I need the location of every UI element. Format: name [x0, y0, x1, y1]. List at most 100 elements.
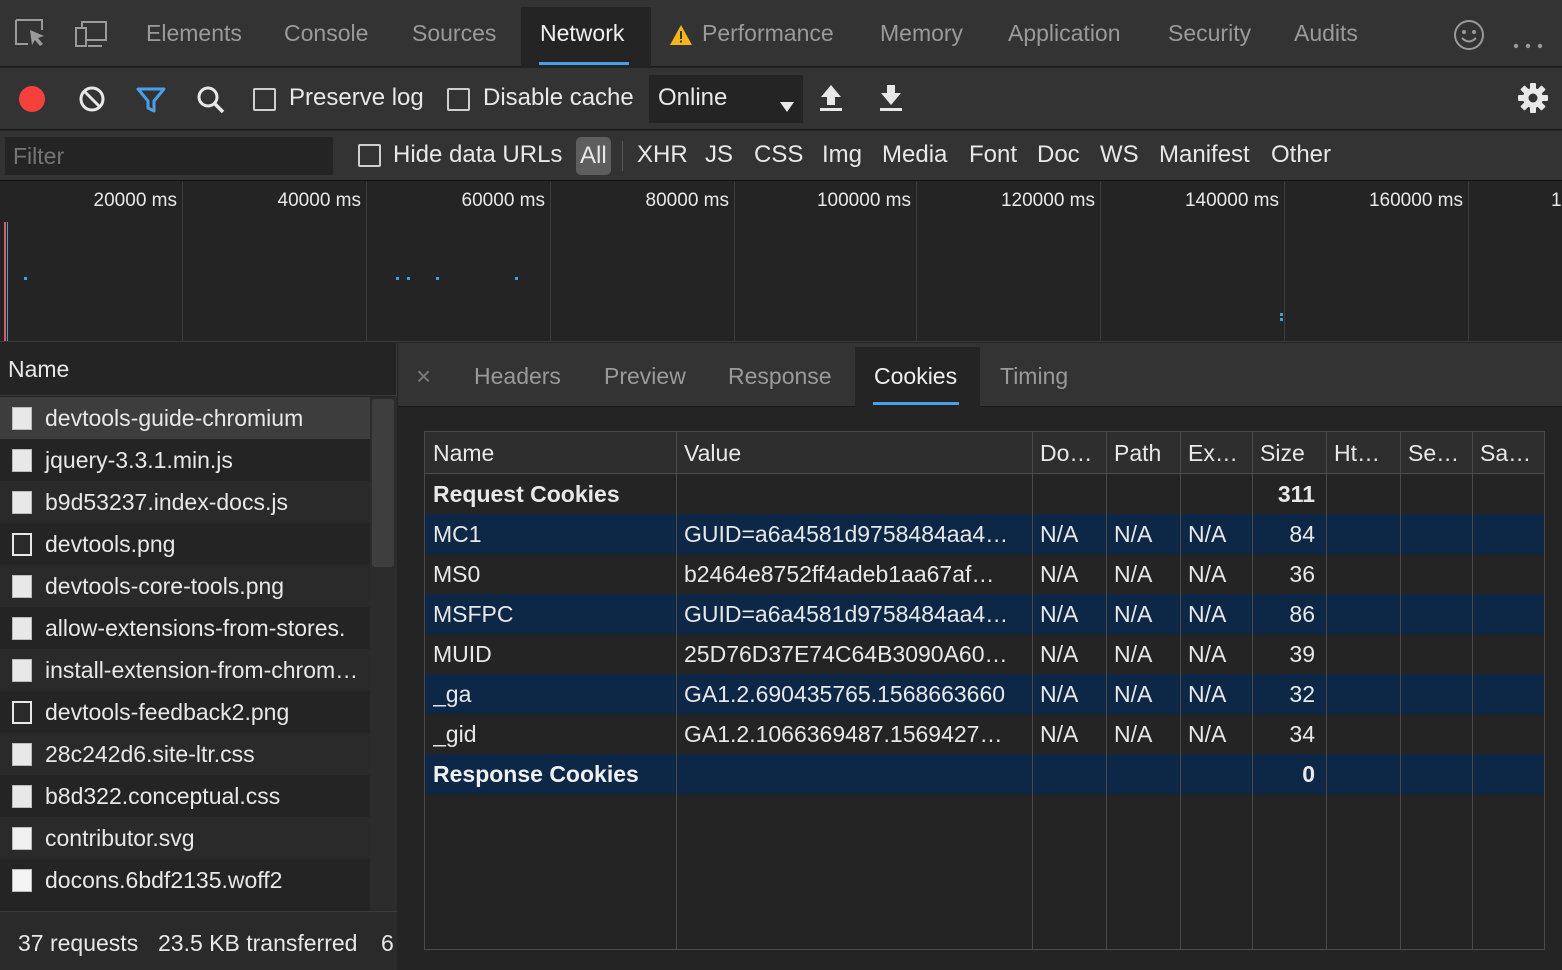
cookie-size: 32	[1289, 681, 1315, 707]
request-row[interactable]: devtools.png	[0, 523, 370, 565]
filter-type-doc[interactable]: Doc	[1037, 141, 1080, 169]
column-divider[interactable]	[1326, 432, 1327, 949]
col-header-httponly[interactable]: Ht…	[1334, 432, 1400, 472]
request-row[interactable]: 28c242d6.site-ltr.css	[0, 733, 370, 775]
request-row[interactable]: jquery-3.3.1.min.js	[0, 439, 370, 481]
hide-data-urls-checkbox[interactable]	[358, 144, 381, 167]
search-icon[interactable]	[196, 85, 226, 121]
col-header-size[interactable]: Size	[1260, 432, 1326, 472]
cookie-row[interactable]: MUID 25D76D37E74C64B3090A60… N/A N/A N/A…	[425, 634, 1544, 674]
import-har-icon[interactable]	[818, 83, 844, 119]
tab-application[interactable]: Application	[1008, 20, 1121, 47]
cookie-expires: N/A	[1188, 681, 1227, 707]
tab-elements[interactable]: Elements	[146, 20, 242, 47]
scrollbar-thumb[interactable]	[372, 399, 394, 567]
tab-memory[interactable]: Memory	[880, 20, 963, 47]
request-dot	[1280, 313, 1283, 316]
request-row[interactable]: devtools-guide-chromium	[0, 397, 370, 439]
cookie-path: N/A	[1114, 561, 1153, 587]
column-divider[interactable]	[1472, 432, 1473, 949]
cookie-expires: N/A	[1188, 561, 1227, 587]
filter-type-css[interactable]: CSS	[754, 141, 803, 169]
cookie-value: GUID=a6a4581d9758484aa4…	[684, 521, 1009, 547]
feedback-smiley-icon[interactable]	[1452, 18, 1486, 58]
request-row[interactable]: install-extension-from-chrom…	[0, 649, 370, 691]
col-header-secure[interactable]: Se…	[1408, 432, 1472, 472]
column-divider[interactable]	[1400, 432, 1401, 949]
cookie-path: N/A	[1114, 521, 1153, 547]
request-name: devtools-feedback2.png	[45, 699, 290, 725]
tab-network[interactable]: Network	[540, 20, 624, 47]
export-har-icon[interactable]	[878, 83, 904, 119]
column-divider[interactable]	[1180, 432, 1181, 949]
throttling-value: Online	[658, 84, 728, 111]
request-dot	[515, 277, 518, 280]
tab-audits[interactable]: Audits	[1294, 20, 1358, 47]
request-row[interactable]: devtools-core-tools.png	[0, 565, 370, 607]
col-header-path[interactable]: Path	[1114, 432, 1180, 472]
cookie-row[interactable]: _gid GA1.2.1066369487.1569427… N/A N/A N…	[425, 714, 1544, 754]
request-row[interactable]: docons.6bdf2135.woff2	[0, 859, 370, 901]
preserve-log-checkbox[interactable]	[253, 88, 276, 111]
cookie-size: 84	[1289, 521, 1315, 547]
request-list: devtools-guide-chromium jquery-3.3.1.min…	[0, 397, 370, 911]
filter-type-js[interactable]: JS	[705, 141, 733, 169]
cookie-name: _gid	[433, 721, 477, 747]
cookie-row[interactable]: MSFPC GUID=a6a4581d9758484aa4… N/A N/A N…	[425, 594, 1544, 634]
settings-gear-icon[interactable]	[1517, 82, 1549, 120]
filter-type-media[interactable]: Media	[882, 141, 947, 169]
column-divider[interactable]	[1106, 432, 1107, 949]
cookie-size: 36	[1289, 561, 1315, 587]
filter-input[interactable]	[5, 137, 333, 175]
disable-cache-checkbox[interactable]	[447, 88, 470, 111]
col-header-expires[interactable]: Ex…	[1188, 432, 1254, 472]
request-row[interactable]: b9d53237.index-docs.js	[0, 481, 370, 523]
overview-tick-label: 140000 ms	[1184, 190, 1279, 211]
device-toolbar-icon[interactable]	[74, 18, 108, 56]
filter-type-all[interactable]: All	[576, 137, 611, 175]
request-row[interactable]: b8d322.conceptual.css	[0, 775, 370, 817]
tab-security[interactable]: Security	[1168, 20, 1251, 47]
more-options-icon[interactable]	[1512, 30, 1546, 57]
col-header-value[interactable]: Value	[684, 432, 1029, 472]
filter-funnel-icon[interactable]	[136, 86, 166, 120]
filter-type-other[interactable]: Other	[1271, 141, 1331, 169]
tab-console[interactable]: Console	[284, 20, 368, 47]
tab-sources[interactable]: Sources	[412, 20, 496, 47]
filter-type-img[interactable]: Img	[822, 141, 862, 169]
overview-gridline	[734, 182, 735, 341]
cookie-row[interactable]: _ga GA1.2.690435765.1568663660 N/A N/A N…	[425, 674, 1544, 714]
overview-tick-label: 40000 ms	[277, 190, 361, 211]
filter-type-manifest[interactable]: Manifest	[1159, 141, 1250, 169]
network-overview-timeline[interactable]: 20000 ms 40000 ms 60000 ms 80000 ms 1000…	[0, 182, 1562, 342]
col-header-name[interactable]: Name	[433, 432, 673, 472]
tab-response[interactable]: Response	[728, 363, 832, 390]
tab-timing[interactable]: Timing	[1000, 363, 1068, 390]
col-header-domain[interactable]: Do…	[1040, 432, 1106, 472]
column-divider[interactable]	[676, 432, 677, 949]
tab-preview[interactable]: Preview	[604, 363, 686, 390]
column-divider[interactable]	[1032, 432, 1033, 949]
request-name: b9d53237.index-docs.js	[45, 489, 288, 515]
throttling-select[interactable]: Online	[649, 75, 803, 123]
request-row[interactable]: devtools-feedback2.png	[0, 691, 370, 733]
tab-cookies[interactable]: Cookies	[874, 363, 957, 390]
clear-icon[interactable]	[78, 85, 106, 119]
tab-headers[interactable]: Headers	[474, 363, 561, 390]
col-header-samesite[interactable]: Sa…	[1480, 432, 1540, 472]
tab-performance[interactable]: Performance	[702, 20, 834, 47]
filter-type-ws[interactable]: WS	[1100, 141, 1139, 169]
cookie-row[interactable]: MC1 GUID=a6a4581d9758484aa4… N/A N/A N/A…	[425, 514, 1544, 554]
record-button-icon[interactable]	[18, 85, 46, 119]
column-divider[interactable]	[1252, 432, 1253, 949]
filter-type-xhr[interactable]: XHR	[637, 141, 688, 169]
overview-gridline	[916, 182, 917, 341]
request-list-header[interactable]: Name	[0, 343, 397, 396]
cookie-row[interactable]: MS0 b2464e8752ff4adeb1aa67af… N/A N/A N/…	[425, 554, 1544, 594]
request-row[interactable]: contributor.svg	[0, 817, 370, 859]
inspect-element-icon[interactable]	[14, 18, 48, 56]
transferred-size: 23.5 KB transferred	[158, 930, 358, 956]
request-row[interactable]: allow-extensions-from-stores.	[0, 607, 370, 649]
close-icon[interactable]: ×	[416, 361, 431, 392]
filter-type-font[interactable]: Font	[969, 141, 1017, 169]
